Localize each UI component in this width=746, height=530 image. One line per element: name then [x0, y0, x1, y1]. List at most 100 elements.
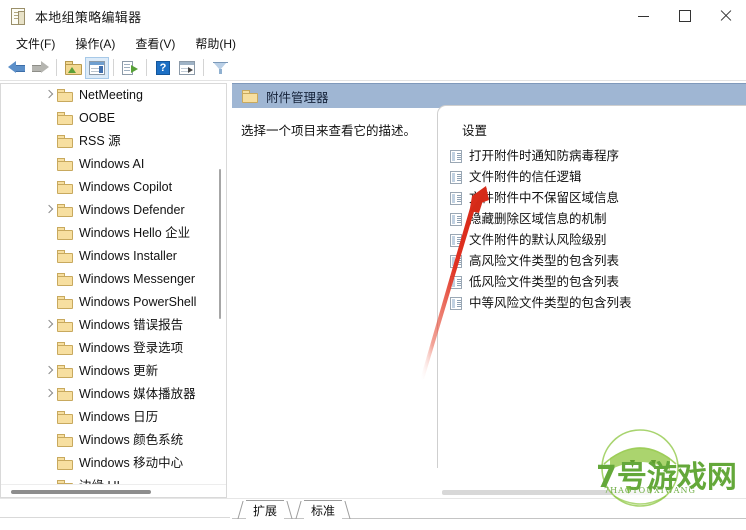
folder-icon	[57, 112, 73, 125]
forward-button[interactable]	[28, 57, 52, 79]
setting-item[interactable]: 低风险文件类型的包含列表	[450, 272, 746, 293]
menu-action[interactable]: 操作(A)	[66, 33, 124, 54]
toolbar-separator	[146, 59, 147, 76]
setting-item-label: 低风险文件类型的包含列表	[469, 275, 620, 290]
filter-icon	[212, 61, 228, 75]
tree-item[interactable]: Windows Hello 企业	[1, 222, 226, 245]
console-tree-panel[interactable]: NetMeeting OOBE RSS 源 Windows AI Windows Cop…	[0, 83, 227, 498]
tree-item[interactable]: Windows 日历	[1, 406, 226, 429]
maximize-icon	[678, 10, 691, 22]
tree-item-content: Windows Hello 企业	[57, 227, 190, 240]
setting-item[interactable]: 文件附件中不保留区域信息	[450, 188, 746, 209]
tree-item-content: Windows 颜色系统	[57, 434, 183, 447]
folder-icon	[57, 296, 73, 309]
tree-item[interactable]: Windows 错误报告	[1, 314, 226, 337]
tree-vertical-scroll-thumb[interactable]	[219, 169, 221, 319]
show-hide-tree-button[interactable]	[85, 56, 109, 79]
folder-icon	[57, 89, 73, 102]
tree-item[interactable]: Windows Defender	[1, 199, 226, 222]
chevron-right-icon[interactable]	[45, 321, 53, 330]
toolbar-separator	[203, 59, 204, 76]
setting-item[interactable]: 文件附件的默认风险级别	[450, 230, 746, 251]
toolbar-separator	[56, 59, 57, 76]
setting-item[interactable]: 高风险文件类型的包含列表	[450, 251, 746, 272]
chevron-right-icon[interactable]	[45, 367, 53, 376]
setting-item-label: 高风险文件类型的包含列表	[469, 254, 620, 269]
close-button[interactable]	[705, 0, 746, 32]
menu-bar: 文件(F) 操作(A) 查看(V) 帮助(H)	[0, 32, 746, 55]
description-pane: 选择一个项目来查看它的描述。	[232, 108, 437, 468]
tree-item[interactable]: Windows 移动中心	[1, 452, 226, 475]
chevron-right-icon[interactable]	[45, 390, 53, 399]
settings-horizontal-scroll-thumb[interactable]	[442, 490, 652, 495]
folder-icon	[57, 457, 73, 470]
tree-item[interactable]: RSS 源	[1, 130, 226, 153]
tree-item[interactable]: NetMeeting	[1, 84, 226, 107]
tab-extended[interactable]: 扩展	[246, 500, 285, 519]
folder-icon	[57, 411, 73, 424]
tree-item-content: Windows 日历	[57, 411, 158, 424]
menu-help[interactable]: 帮助(H)	[186, 33, 245, 54]
tree-item-content: NetMeeting	[57, 89, 143, 102]
maximize-button[interactable]	[664, 0, 705, 32]
tree-horizontal-scrollbar[interactable]	[1, 484, 226, 497]
policy-setting-icon	[450, 213, 462, 226]
show-hide-tree-icon	[89, 60, 105, 75]
tree-item-content: RSS 源	[57, 135, 121, 148]
tree-list: NetMeeting OOBE RSS 源 Windows AI Windows Cop…	[1, 84, 226, 497]
setting-item[interactable]: 打开附件时通知防病毒程序	[450, 146, 746, 167]
tree-vertical-scrollbar[interactable]	[218, 84, 222, 497]
tree-item[interactable]: Windows 颜色系统	[1, 429, 226, 452]
folder-icon	[57, 365, 73, 378]
details-header-title: 附件管理器	[266, 90, 329, 105]
tree-item[interactable]: Windows Messenger	[1, 268, 226, 291]
forward-arrow-icon	[31, 61, 49, 74]
folder-icon	[57, 273, 73, 286]
help-button[interactable]: ?	[151, 57, 175, 79]
details-panel: 附件管理器 选择一个项目来查看它的描述。 设置 打开附件时通知防病毒程序 文件附件…	[232, 83, 746, 498]
settings-list: 打开附件时通知防病毒程序文件附件的信任逻辑文件附件中不保留区域信息隐藏删除区域信…	[438, 146, 746, 314]
setting-item-label: 文件附件中不保留区域信息	[469, 191, 620, 206]
folder-icon	[57, 181, 73, 194]
tree-item-label: Windows Messenger	[79, 272, 196, 287]
tree-item[interactable]: Windows Installer	[1, 245, 226, 268]
tree-item[interactable]: OOBE	[1, 107, 226, 130]
tree-item-content: Windows Defender	[57, 204, 185, 217]
window-bottom-divider	[0, 498, 746, 499]
tree-item[interactable]: Windows 更新	[1, 360, 226, 383]
properties-button[interactable]	[175, 57, 199, 79]
setting-item[interactable]: 隐藏删除区域信息的机制	[450, 209, 746, 230]
setting-item-label: 中等风险文件类型的包含列表	[469, 296, 632, 311]
folder-icon	[57, 158, 73, 171]
tree-horizontal-scroll-thumb[interactable]	[11, 490, 151, 494]
menu-view[interactable]: 查看(V)	[126, 33, 184, 54]
tree-item[interactable]: Windows PowerShell	[1, 291, 226, 314]
tree-item[interactable]: Windows 登录选项	[1, 337, 226, 360]
filter-button[interactable]	[208, 57, 232, 79]
export-list-button[interactable]	[118, 57, 142, 79]
tree-item-content: Windows 媒体播放器	[57, 388, 196, 401]
description-text: 选择一个项目来查看它的描述。	[241, 124, 417, 138]
setting-item[interactable]: 中等风险文件类型的包含列表	[450, 293, 746, 314]
tree-item[interactable]: Windows 媒体播放器	[1, 383, 226, 406]
tree-item[interactable]: Windows AI	[1, 153, 226, 176]
tree-item[interactable]: Windows Copilot	[1, 176, 226, 199]
tree-item-label: OOBE	[79, 111, 116, 126]
chevron-right-icon[interactable]	[45, 206, 53, 215]
folder-up-button[interactable]	[61, 57, 85, 79]
tree-item-label: Windows Copilot	[79, 180, 173, 195]
menu-file[interactable]: 文件(F)	[7, 33, 64, 54]
tree-panel-bottom-edge	[0, 517, 230, 518]
tree-item-label: Windows 更新	[79, 364, 159, 379]
tree-item-content: Windows Installer	[57, 250, 177, 263]
setting-item[interactable]: 文件附件的信任逻辑	[450, 167, 746, 188]
chevron-right-icon[interactable]	[45, 91, 53, 100]
back-button[interactable]	[4, 57, 28, 79]
minimize-button[interactable]	[623, 0, 664, 32]
tab-standard[interactable]: 标准	[304, 500, 343, 519]
local-group-policy-editor-window: 本地组策略编辑器 文件(F) 操作(A) 查看(V) 帮助(H) ? NetMe…	[0, 0, 746, 530]
setting-item-label: 文件附件的信任逻辑	[469, 170, 582, 185]
folder-icon	[242, 89, 258, 103]
folder-up-icon	[64, 60, 82, 75]
settings-horizontal-scrollbar[interactable]	[437, 486, 746, 498]
